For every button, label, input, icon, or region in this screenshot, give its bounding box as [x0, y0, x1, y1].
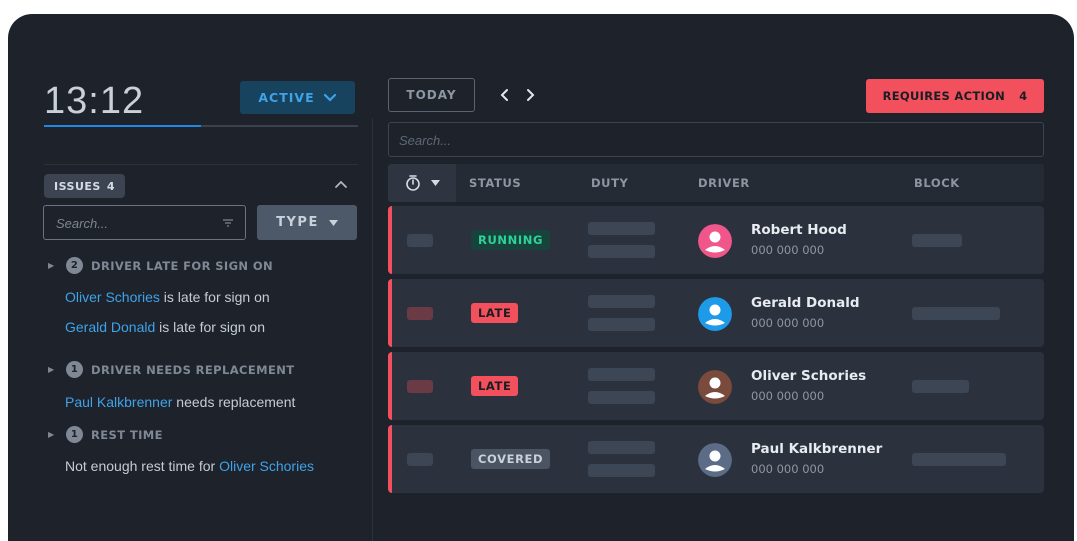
driver-link[interactable]: Gerald Donald: [65, 319, 155, 335]
issue-group-title: REST TIME: [91, 427, 163, 442]
row-marker: [407, 307, 433, 320]
main-search-field[interactable]: [388, 122, 1044, 158]
driver-link[interactable]: Oliver Schories: [65, 289, 160, 305]
duty-placeholder: [588, 464, 655, 477]
duty-placeholder: [588, 222, 655, 235]
driver-link[interactable]: Oliver Schories: [219, 458, 314, 474]
requires-action-label: REQUIRES ACTION: [882, 89, 1006, 103]
column-header-duty[interactable]: DUTY: [591, 176, 628, 190]
avatar: [698, 370, 732, 404]
issue-text: is late for sign on: [159, 289, 270, 305]
issue-text: is late for sign on: [155, 319, 266, 335]
column-header-block[interactable]: BLOCK: [914, 176, 960, 190]
avatar: [698, 224, 732, 258]
caret-right-icon: ▶: [48, 365, 55, 374]
stopwatch-icon: [405, 175, 420, 191]
clock-time: 13:12: [44, 80, 145, 122]
row-marker: [407, 234, 433, 247]
block-placeholder: [912, 380, 969, 393]
row-alert-accent: [388, 206, 392, 274]
duty-placeholder: [588, 441, 655, 454]
driver-phone: 000 000 000: [751, 389, 825, 403]
issue-item: Gerald Donald is late for sign on: [65, 319, 265, 335]
chevron-up-icon[interactable]: [332, 176, 350, 194]
row-alert-accent: [388, 425, 392, 493]
caret-down-icon: [430, 180, 440, 186]
issue-text: Not enough rest time for: [65, 458, 220, 474]
type-dropdown[interactable]: TYPE: [257, 205, 357, 240]
driver-name[interactable]: Robert Hood: [751, 222, 847, 238]
caret-down-icon: [328, 219, 338, 226]
block-placeholder: [912, 234, 962, 247]
row-marker: [407, 453, 433, 466]
row-alert-accent: [388, 352, 392, 420]
table-row[interactable]: RUNNING Robert Hood 000 000 000: [388, 206, 1044, 274]
issue-group-needs-replacement[interactable]: ▶ 1 DRIVER NEEDS REPLACEMENT: [48, 361, 295, 378]
avatar: [698, 443, 732, 477]
requires-action-button[interactable]: REQUIRES ACTION 4: [866, 79, 1044, 113]
dispatch-panel: 13:12 ACTIVE ISSUES 4 TYPE ▶ 2 DRIVER LA…: [8, 14, 1074, 541]
active-filter-dropdown[interactable]: ACTIVE: [240, 81, 355, 114]
driver-phone: 000 000 000: [751, 462, 825, 476]
timer-column-toggle[interactable]: [388, 164, 456, 202]
issue-group-title: DRIVER LATE FOR SIGN ON: [91, 258, 274, 273]
column-header-driver[interactable]: DRIVER: [698, 176, 750, 190]
row-alert-accent: [388, 279, 392, 347]
clock-progress-track: [44, 125, 358, 127]
chevron-left-icon[interactable]: [497, 87, 513, 103]
active-filter-label: ACTIVE: [258, 90, 315, 105]
driver-name[interactable]: Paul Kalkbrenner: [751, 441, 882, 457]
issue-group-title: DRIVER NEEDS REPLACEMENT: [91, 362, 295, 377]
table-row[interactable]: LATE Oliver Schories 000 000 000: [388, 352, 1044, 420]
issue-text: needs replacement: [172, 394, 296, 410]
clock-progress-bar: [44, 125, 201, 127]
status-badge: COVERED: [471, 449, 551, 469]
avatar: [698, 297, 732, 331]
issue-item: Not enough rest time for Oliver Schories: [65, 458, 314, 474]
duty-placeholder: [588, 318, 655, 331]
block-placeholder: [912, 307, 1000, 320]
issue-group-driver-late[interactable]: ▶ 2 DRIVER LATE FOR SIGN ON: [48, 257, 273, 274]
panel-divider: [372, 118, 373, 541]
duty-placeholder: [588, 391, 655, 404]
block-placeholder: [912, 453, 1006, 466]
status-badge: LATE: [471, 303, 519, 323]
left-divider: [44, 164, 358, 165]
main-search-input[interactable]: [397, 123, 1001, 158]
issue-group-count: 1: [66, 361, 83, 378]
chevron-right-icon[interactable]: [522, 87, 538, 103]
table-row[interactable]: COVERED Paul Kalkbrenner 000 000 000: [388, 425, 1044, 493]
duty-placeholder: [588, 245, 655, 258]
chevron-down-icon: [323, 93, 336, 102]
status-badge: LATE: [471, 376, 519, 396]
row-marker: [407, 380, 433, 393]
driver-phone: 000 000 000: [751, 243, 825, 257]
issues-search-input[interactable]: [54, 206, 218, 241]
status-badge: RUNNING: [471, 230, 550, 250]
driver-name[interactable]: Gerald Donald: [751, 295, 860, 311]
table-header: STATUS DUTY DRIVER BLOCK: [388, 164, 1044, 202]
filter-icon[interactable]: [221, 216, 235, 230]
issue-group-rest-time[interactable]: ▶ 1 REST TIME: [48, 426, 163, 443]
driver-name[interactable]: Oliver Schories: [751, 368, 866, 384]
caret-right-icon: ▶: [48, 261, 55, 270]
issue-group-count: 1: [66, 426, 83, 443]
issues-count: 4: [106, 179, 115, 193]
requires-action-count: 4: [1019, 89, 1028, 103]
driver-phone: 000 000 000: [751, 316, 825, 330]
duty-placeholder: [588, 295, 655, 308]
issue-item: Paul Kalkbrenner needs replacement: [65, 394, 295, 410]
caret-right-icon: ▶: [48, 430, 55, 439]
today-button[interactable]: TODAY: [388, 78, 475, 112]
issues-badge: ISSUES 4: [44, 174, 125, 198]
issues-search-field[interactable]: [43, 205, 246, 241]
issue-item: Oliver Schories is late for sign on: [65, 289, 270, 305]
duty-placeholder: [588, 368, 655, 381]
column-header-status[interactable]: STATUS: [469, 176, 521, 190]
driver-link[interactable]: Paul Kalkbrenner: [65, 394, 172, 410]
table-row[interactable]: LATE Gerald Donald 000 000 000: [388, 279, 1044, 347]
type-label: TYPE: [276, 215, 319, 230]
issues-label: ISSUES: [54, 179, 101, 193]
issue-group-count: 2: [66, 257, 83, 274]
